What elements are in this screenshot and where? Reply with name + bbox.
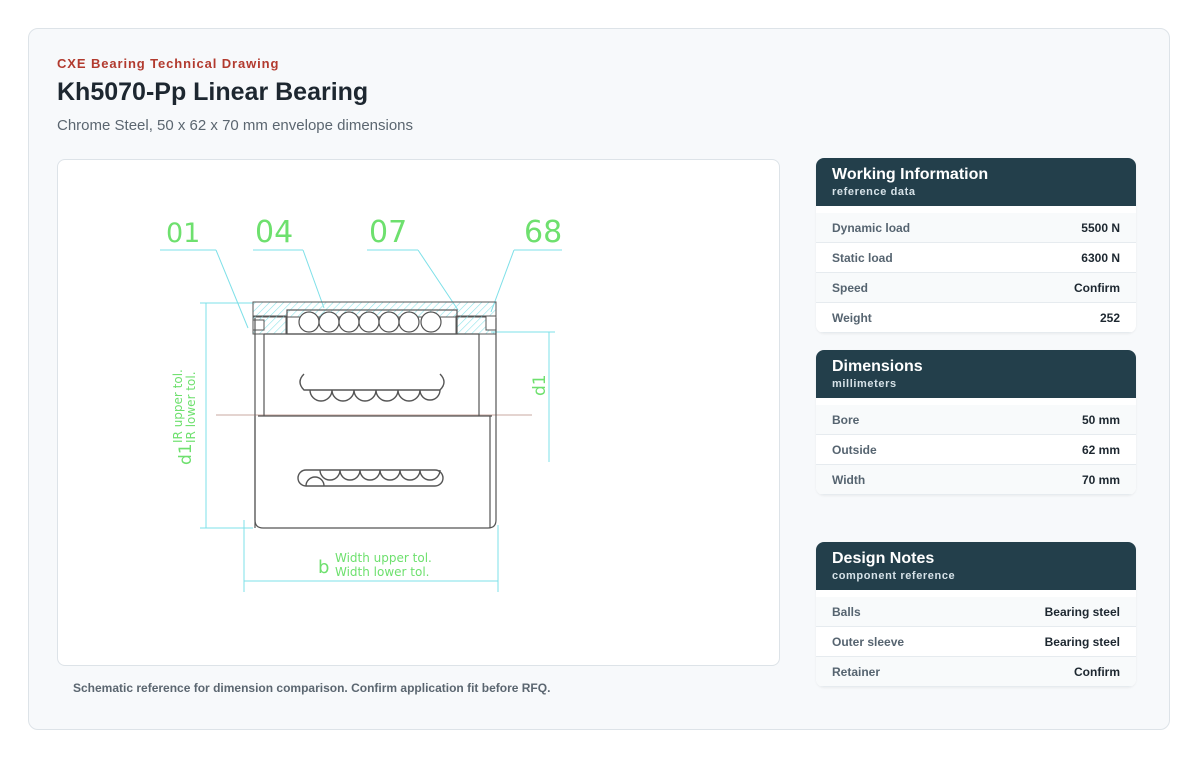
dimension-lines (200, 302, 555, 592)
spec-value: 50 mm (1081, 412, 1120, 427)
spec-value: 70 mm (1081, 472, 1120, 487)
callout-68: 68 (524, 215, 562, 250)
spec-label: Outside (832, 442, 877, 457)
spec-value: 6300 N (1081, 250, 1120, 265)
label-d1-right: d1 (530, 374, 550, 396)
ball-row-top (286, 309, 458, 335)
spec-label: Weight (832, 310, 872, 325)
note-value: Bearing steel (1044, 634, 1120, 649)
spec-value: 62 mm (1081, 442, 1120, 457)
note-row-balls: Balls Bearing steel (816, 597, 1136, 627)
design-notes-title: Design Notes (832, 550, 935, 567)
dimensions-subtitle: millimeters (832, 378, 897, 390)
note-value: Confirm (1074, 664, 1120, 679)
eyebrow-label: CXE Bearing Technical Drawing (57, 56, 280, 71)
note-row-retainer: Retainer Confirm (816, 657, 1136, 687)
note-value: Bearing steel (1044, 604, 1120, 619)
spec-value: 252 (1099, 310, 1120, 325)
design-notes-subtitle: component reference (832, 570, 956, 582)
drawing-caption: Schematic reference for dimension compar… (73, 681, 551, 695)
dimensions-header: Dimensions millimeters (816, 350, 1136, 398)
bearing-body (254, 318, 497, 529)
spec-label: Width (832, 472, 866, 487)
design-notes-card: Design Notes component reference Balls B… (816, 542, 1136, 687)
spec-row-weight: Weight 252 (816, 303, 1136, 333)
label-group-left: d1 IR upper tol. IR lower tol. (171, 369, 198, 465)
label-b: b (318, 557, 329, 578)
label-width-lower: Width lower tol. (335, 565, 430, 579)
callout-04: 04 (255, 215, 293, 250)
note-label: Outer sleeve (832, 634, 905, 649)
spec-row-outside: Outside 62 mm (816, 435, 1136, 465)
spec-row-dynamic-load: Dynamic load 5500 N (816, 213, 1136, 243)
spec-value: Confirm (1074, 280, 1120, 295)
spec-row-width: Width 70 mm (816, 465, 1136, 495)
note-label: Balls (832, 604, 861, 619)
spec-value: 5500 N (1081, 220, 1120, 235)
label-d1-left: d1 (176, 443, 196, 465)
label-ir-upper: IR upper tol. (171, 369, 185, 443)
label-ir-lower: IR lower tol. (184, 371, 198, 443)
page-subtitle: Chrome Steel, 50 x 62 x 70 mm envelope d… (57, 117, 414, 134)
ball-track-lower (297, 469, 444, 487)
spec-row-static-load: Static load 6300 N (816, 243, 1136, 273)
label-width-upper: Width upper tol. (335, 551, 432, 565)
spec-label: Dynamic load (832, 220, 911, 235)
page-title: Kh5070-Pp Linear Bearing (57, 78, 369, 106)
working-info-card: Working Information reference data Dynam… (816, 158, 1136, 333)
dimensions-title: Dimensions (832, 358, 923, 375)
working-info-title: Working Information (832, 166, 989, 183)
spec-label: Static load (832, 250, 893, 265)
dimensions-card: Dimensions millimeters Bore 50 mm Outsid… (816, 350, 1136, 495)
spec-label: Bore (832, 412, 860, 427)
spec-row-bore: Bore 50 mm (816, 405, 1136, 435)
spec-row-speed: Speed Confirm (816, 273, 1136, 303)
working-info-header: Working Information reference data (816, 158, 1136, 206)
callout-01: 01 (166, 218, 200, 249)
spec-label: Speed (832, 280, 869, 295)
callout-07: 07 (369, 215, 407, 250)
working-info-subtitle: reference data (832, 186, 916, 198)
ball-track-upper (299, 373, 445, 402)
product-card: CXE Bearing Technical Drawing Kh5070-Pp … (28, 28, 1170, 730)
design-notes-header: Design Notes component reference (816, 542, 1136, 590)
bearing-drawing: 01 04 07 68 d1 IR upper tol. IR lower to… (160, 215, 562, 592)
technical-drawing-panel: 01 04 07 68 d1 IR upper tol. IR lower to… (57, 159, 780, 666)
note-label: Retainer (832, 664, 881, 679)
note-row-outer-sleeve: Outer sleeve Bearing steel (816, 627, 1136, 657)
